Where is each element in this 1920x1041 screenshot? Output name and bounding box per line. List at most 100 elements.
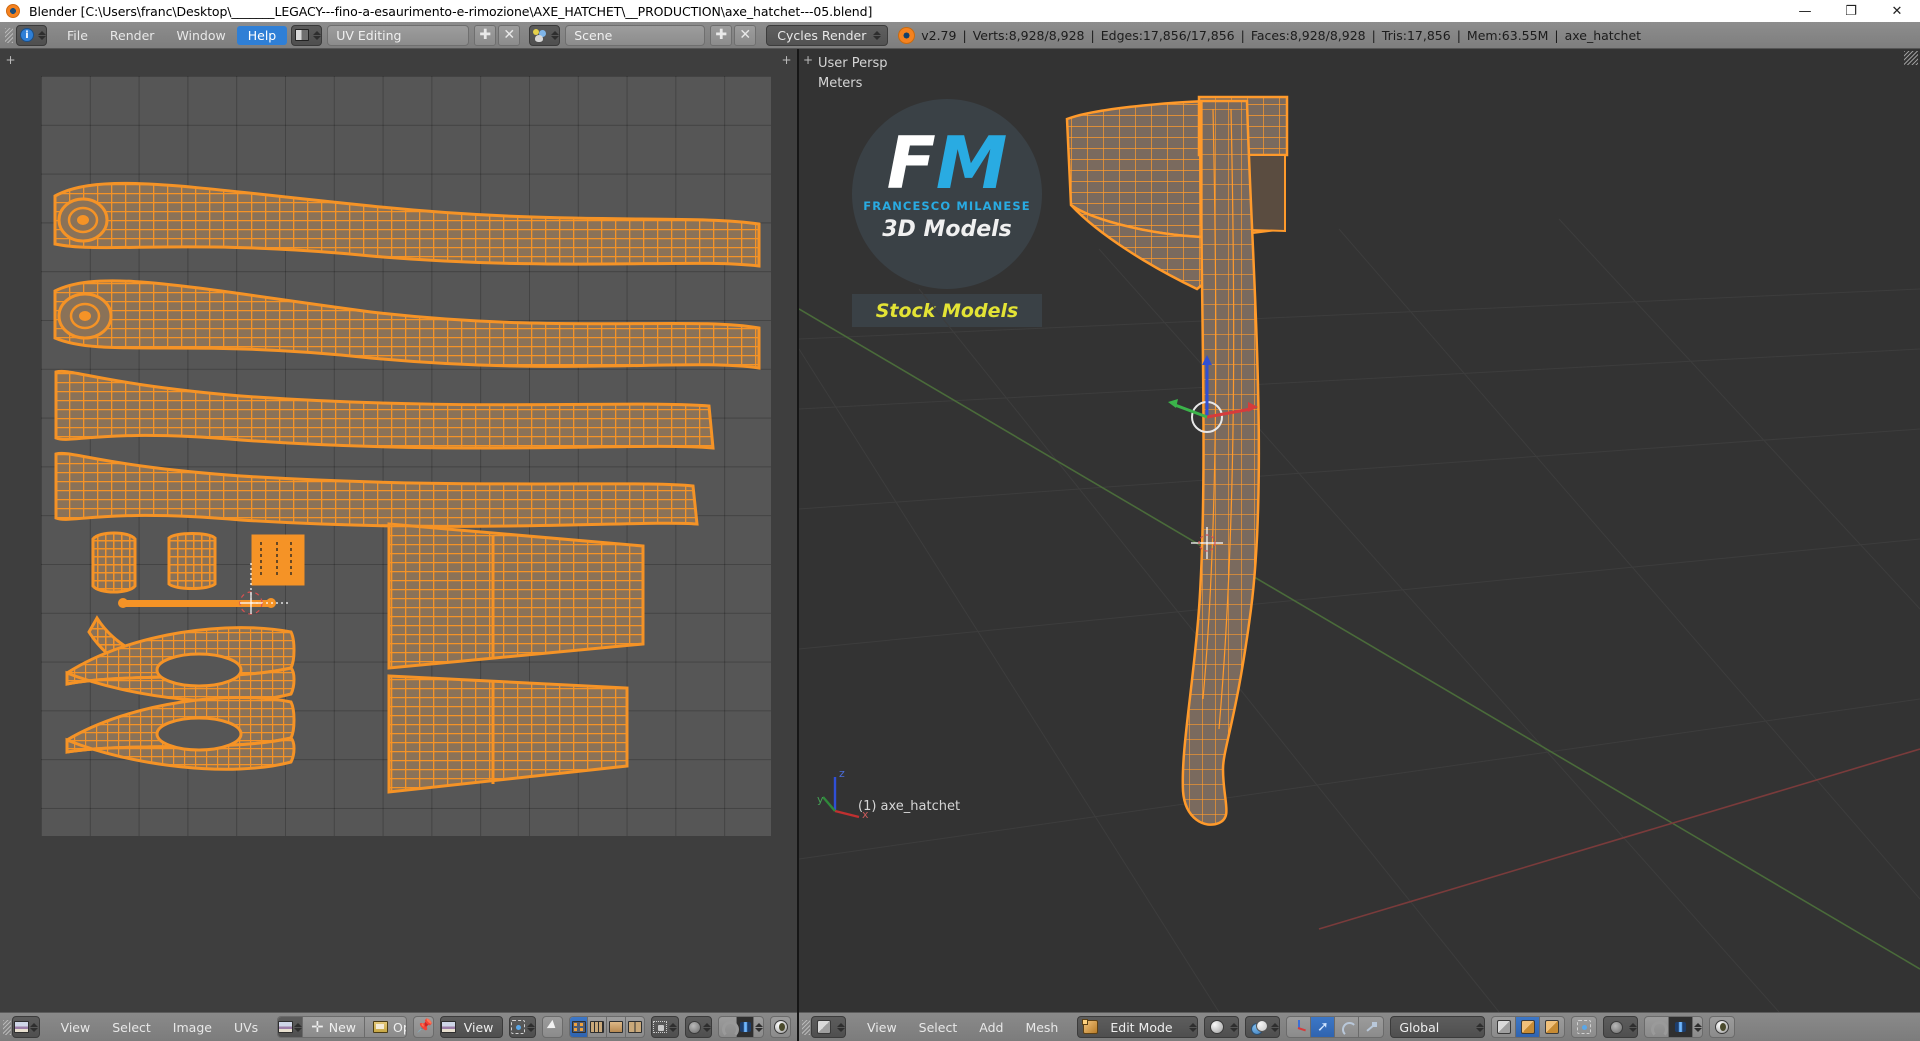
snap-magnet-icon[interactable]	[719, 1017, 740, 1037]
scene-name-field[interactable]: Scene	[565, 24, 706, 46]
render-preview-button[interactable]	[1709, 1016, 1736, 1038]
uv-view-mode-spinner[interactable]	[501, 1018, 502, 1037]
window-title: Blender [C:\Users\franc\Desktop\_______L…	[29, 3, 873, 19]
uv-menu-view[interactable]: View	[50, 1018, 102, 1037]
uv-canvas[interactable]	[41, 76, 771, 836]
uv-snap-group[interactable]	[718, 1016, 765, 1038]
v3d-menu-add[interactable]: Add	[968, 1018, 1014, 1037]
blender-logo-icon	[3, 1, 23, 21]
pin-image-button[interactable]: 📌	[413, 1016, 434, 1038]
interaction-mode-spinner[interactable]	[1188, 1018, 1197, 1037]
viewport-scene[interactable]: z x y	[799, 49, 1920, 1012]
uv-menu-uvs[interactable]: UVs	[223, 1018, 269, 1037]
uv-sync-button[interactable]	[770, 1016, 792, 1038]
mesh-edge-icon[interactable]	[1516, 1017, 1541, 1037]
uv-editor-type-spinner[interactable]	[30, 1018, 39, 1037]
mesh-vertex-icon[interactable]	[1492, 1017, 1517, 1037]
v3d-proportional-spinner[interactable]	[1628, 1018, 1637, 1037]
uv-face-icon[interactable]	[607, 1017, 626, 1037]
manipulator-group[interactable]: ➚	[1286, 1016, 1385, 1038]
uv-corner-handle-tl[interactable]: +	[4, 53, 17, 67]
viewport-shading-spinner[interactable]	[1229, 1018, 1238, 1037]
uv-corner-handle-tr[interactable]: +	[780, 53, 793, 67]
delete-scene-button[interactable]: ✕	[734, 24, 757, 46]
limit-selection-icon	[1572, 1017, 1596, 1037]
add-screen-layout-button[interactable]: ✚	[474, 24, 497, 46]
mesh-face-icon[interactable]	[1540, 1017, 1564, 1037]
uv-select-mode-group[interactable]	[568, 1016, 646, 1038]
scene-spinner[interactable]	[550, 26, 559, 45]
v3d-snap-group[interactable]	[1644, 1016, 1704, 1038]
pivot-point-spinner[interactable]	[1270, 1018, 1279, 1037]
uv-sticky-spinner[interactable]	[669, 1018, 678, 1037]
v3d-header-grip[interactable]	[801, 1014, 811, 1041]
uv-menu-select[interactable]: Select	[101, 1018, 162, 1037]
close-button[interactable]: ✕	[1874, 0, 1920, 22]
editor-type-selector[interactable]: i	[16, 24, 47, 46]
maximize-button[interactable]: ❐	[1828, 0, 1874, 22]
uv-edge-icon[interactable]	[588, 1017, 608, 1037]
screen-layout-spinner[interactable]	[312, 26, 321, 45]
add-scene-button[interactable]: ✚	[710, 24, 733, 46]
render-engine-spinner[interactable]	[872, 26, 881, 45]
blender-topbar: i File Render Window Help UV Editing ✚ ✕	[0, 22, 1920, 49]
delete-screen-layout-button[interactable]: ✕	[498, 24, 521, 46]
uv-proportional-selector[interactable]	[684, 1016, 713, 1038]
uv-island-handle-1	[53, 181, 761, 268]
uv-pivot-selector[interactable]	[508, 1016, 537, 1038]
v3d-menu-mesh[interactable]: Mesh	[1014, 1018, 1069, 1037]
scale-icon[interactable]	[1359, 1017, 1383, 1037]
rotate-icon[interactable]	[1335, 1017, 1360, 1037]
transform-orientation-spinner[interactable]	[1475, 1018, 1484, 1037]
uv-island-icon[interactable]	[626, 1017, 644, 1037]
image-datablock-group[interactable]: ✛ New Open	[277, 1016, 408, 1038]
scene-icon	[530, 26, 550, 45]
translate-arrow-icon[interactable]: ➚	[1311, 1017, 1336, 1037]
screen-layout-name-field[interactable]: UV Editing	[327, 24, 470, 46]
status-sep: |	[1371, 27, 1376, 43]
open-image-button[interactable]: Open	[365, 1017, 406, 1037]
uv-proportional-spinner[interactable]	[702, 1018, 711, 1037]
uv-view-mode-selector[interactable]: View	[439, 1016, 503, 1038]
snap-target-icon[interactable]	[1669, 1017, 1694, 1037]
v3d-snap-spinner[interactable]	[1693, 1018, 1702, 1037]
status-version: v2.79	[921, 27, 957, 43]
menu-help[interactable]: Help	[236, 25, 288, 45]
folder-icon	[373, 1021, 389, 1033]
uv-snap-cursor-button[interactable]	[542, 1016, 563, 1038]
v3d-menu-select[interactable]: Select	[908, 1018, 969, 1037]
uv-menu-image[interactable]: Image	[162, 1018, 223, 1037]
transform-orientation-selector[interactable]: Global	[1390, 1016, 1486, 1038]
v3d-proportional-selector[interactable]	[1603, 1016, 1639, 1038]
render-engine-select[interactable]: Cycles Render	[766, 24, 889, 46]
snap-target-icon[interactable]	[736, 1017, 755, 1037]
uv-editor-type-selector[interactable]	[12, 1016, 40, 1038]
window-controls: — ❐ ✕	[1782, 0, 1920, 22]
uv-vertex-icon[interactable]	[569, 1017, 589, 1037]
v3d-editor-type-selector[interactable]	[811, 1016, 846, 1038]
uv-pivot-spinner[interactable]	[526, 1018, 535, 1037]
uv-sticky-selector[interactable]	[651, 1016, 679, 1038]
menu-window[interactable]: Window	[165, 26, 236, 45]
screen-layout-selector[interactable]	[291, 24, 323, 46]
limit-selection-button[interactable]	[1571, 1016, 1598, 1038]
mesh-select-mode-group[interactable]	[1491, 1016, 1566, 1038]
scene-selector[interactable]	[529, 24, 561, 46]
minimize-button[interactable]: —	[1782, 0, 1828, 22]
manipulator-icon[interactable]	[1287, 1017, 1312, 1037]
snap-magnet-icon[interactable]	[1645, 1017, 1670, 1037]
image-datablock-spinner[interactable]	[293, 1017, 303, 1037]
uv-header-grip[interactable]	[2, 1014, 12, 1041]
uv-snap-spinner[interactable]	[754, 1018, 763, 1037]
v3d-menu-view[interactable]: View	[856, 1018, 908, 1037]
v3d-editor-type-spinner[interactable]	[836, 1018, 845, 1037]
pivot-point-selector[interactable]	[1245, 1016, 1281, 1038]
open-image-label: Open	[393, 1019, 406, 1035]
editor-type-spinner[interactable]	[37, 26, 46, 45]
new-image-button[interactable]: ✛ New	[302, 1017, 366, 1037]
viewport-shading-selector[interactable]	[1204, 1016, 1240, 1038]
menu-file[interactable]: File	[56, 26, 99, 45]
interaction-mode-selector[interactable]: Edit Mode	[1077, 1016, 1199, 1038]
menu-render[interactable]: Render	[99, 26, 166, 45]
header-grip[interactable]	[4, 22, 14, 49]
